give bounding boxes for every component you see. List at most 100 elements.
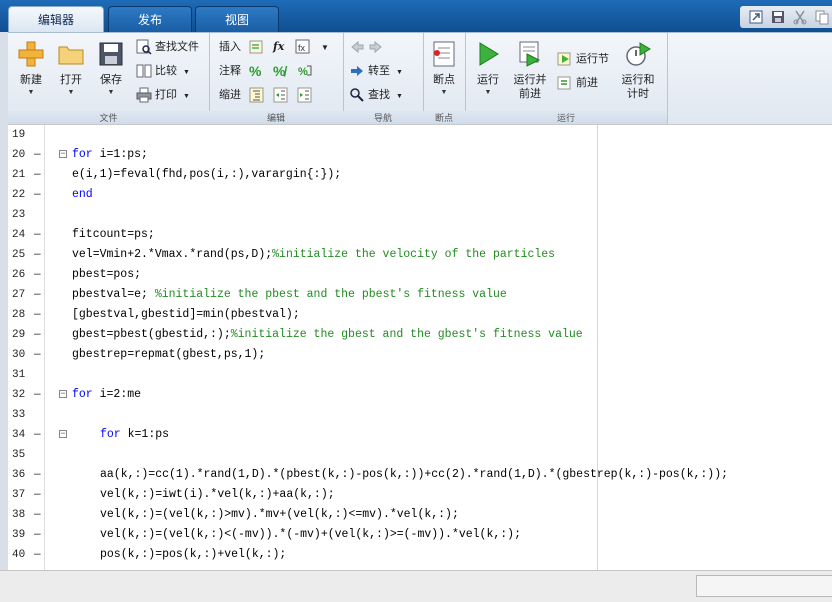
- breakpoints-dropdown-icon[interactable]: ▼: [423, 87, 465, 99]
- smart-indent-button[interactable]: [249, 85, 268, 105]
- code-line[interactable]: 31: [8, 365, 832, 385]
- find-dropdown-icon[interactable]: ▼: [396, 93, 403, 100]
- copy-icon[interactable]: [814, 9, 830, 25]
- find-button[interactable]: 查找 ▼: [349, 85, 403, 105]
- breakpoint-marker[interactable]: —: [34, 165, 44, 185]
- code-line[interactable]: 32 — − for i=2:me: [8, 385, 832, 405]
- tab-editor[interactable]: 编辑器: [8, 6, 104, 32]
- run-and-advance-button[interactable]: 运行并 前进: [509, 35, 551, 101]
- code-line[interactable]: 36 — aa(k,:)=cc(1).*rand(1,D).*(pbest(k,:)…: [8, 465, 832, 485]
- run-section-button[interactable]: 运行节: [557, 49, 609, 69]
- code-line[interactable]: 40 — pos(k,:)=pos(k,:)+vel(k,:);: [8, 545, 832, 565]
- insert-function-button[interactable]: fx: [273, 37, 284, 57]
- decrease-indent-button[interactable]: [297, 85, 316, 105]
- code-text: pbestval=e; %initialize the pbest and th…: [72, 285, 507, 305]
- code-text: pbest=pos;: [72, 265, 141, 285]
- code-line[interactable]: 29 — gbest=pbest(gbestid,:);%initialize th…: [8, 325, 832, 345]
- print-dropdown-icon[interactable]: ▼: [183, 93, 190, 100]
- run-dropdown-icon[interactable]: ▼: [467, 87, 509, 99]
- save-quick-icon[interactable]: [770, 9, 786, 25]
- tab-publish[interactable]: 发布: [108, 6, 192, 32]
- code-line[interactable]: 33: [8, 405, 832, 425]
- code-line[interactable]: 21 — e(i,1)=feval(fhd,pos(i,:),varargin{:}…: [8, 165, 832, 185]
- breakpoint-marker[interactable]: —: [34, 225, 44, 245]
- code-line[interactable]: 26 — pbest=pos;: [8, 265, 832, 285]
- run-and-time-button[interactable]: 运行和 计时: [617, 35, 659, 101]
- breakpoint-marker[interactable]: —: [34, 345, 44, 365]
- keyword-token: end: [72, 188, 93, 201]
- fold-toggle-icon[interactable]: −: [59, 390, 67, 399]
- run-button[interactable]: 运行 ▼: [467, 35, 509, 99]
- goto-dropdown-icon[interactable]: ▼: [396, 69, 403, 76]
- increase-indent-button[interactable]: [273, 85, 292, 105]
- navigate-group: 转至 ▼ 查找 ▼ 导航: [343, 33, 424, 125]
- code-line[interactable]: 35: [8, 445, 832, 465]
- code-line[interactable]: 30 — gbestrep=repmat(gbest,ps,1);: [8, 345, 832, 365]
- breakpoint-marker[interactable]: —: [34, 245, 44, 265]
- save-button[interactable]: 保存 ▼: [90, 35, 132, 99]
- code-editor[interactable]: 19 20— − for i=1:ps; 21— e(i,1)=feval(fhd,pos…: [8, 124, 832, 571]
- breakpoint-marker[interactable]: —: [34, 485, 44, 505]
- breakpoint-marker[interactable]: —: [34, 265, 44, 285]
- advance-button[interactable]: 前进: [557, 73, 598, 93]
- code-line[interactable]: 22 — end: [8, 185, 832, 205]
- code-token: pbestval=e;: [72, 288, 155, 301]
- code-line[interactable]: 27 — pbestval=e; %initialize the pbest and…: [8, 285, 832, 305]
- run-and-time-label-2: 计时: [627, 88, 649, 100]
- breakpoint-marker[interactable]: —: [34, 145, 44, 165]
- insert-dropdown-button[interactable]: ▼: [321, 37, 329, 57]
- back-forward-buttons[interactable]: [349, 37, 387, 57]
- comment-button[interactable]: %: [249, 61, 261, 81]
- breakpoints-button[interactable]: 断点 ▼: [423, 35, 465, 99]
- breakpoint-marker[interactable]: —: [34, 465, 44, 485]
- code-line[interactable]: 28 — [gbestval,gbestid]=min(pbestval);: [8, 305, 832, 325]
- breakpoint-marker[interactable]: —: [34, 325, 44, 345]
- code-line[interactable]: 39 — vel(k,:)=(vel(k,:)<(-mv)).*(-mv)+(vel…: [8, 525, 832, 545]
- fold-toggle-icon[interactable]: −: [59, 430, 67, 439]
- line-number: 19: [12, 129, 26, 141]
- goto-button[interactable]: 转至 ▼: [349, 61, 403, 81]
- save-dropdown-icon[interactable]: ▼: [90, 87, 132, 99]
- breakpoint-marker[interactable]: —: [34, 545, 44, 565]
- breakpoint-marker[interactable]: —: [34, 425, 44, 445]
- code-line[interactable]: 25 — vel=Vmin+2.*Vmax.*rand(ps,D);%initial…: [8, 245, 832, 265]
- code-line[interactable]: 19: [8, 125, 832, 145]
- new-button[interactable]: 新建 ▼: [10, 35, 52, 99]
- open-dropdown-icon[interactable]: ▼: [50, 87, 92, 99]
- run-group: 运行 ▼ 运行并 前进 运行节 前进 运行和 计时 运行: [465, 33, 668, 125]
- compare-button[interactable]: 比较 ▼: [136, 61, 190, 81]
- line-number: 37: [12, 489, 26, 501]
- code-line[interactable]: 20 — − for i=1:ps;: [8, 145, 832, 165]
- insert-text-button[interactable]: fx: [295, 37, 314, 57]
- uncomment-button[interactable]: %̸: [273, 61, 285, 81]
- breakpoint-marker[interactable]: —: [34, 185, 44, 205]
- compare-dropdown-icon[interactable]: ▼: [183, 69, 190, 76]
- open-label: 打开: [60, 74, 82, 86]
- code-line[interactable]: 24 — fitcount=ps;: [8, 225, 832, 245]
- new-dropdown-icon[interactable]: ▼: [10, 87, 52, 99]
- tab-view[interactable]: 视图: [195, 6, 279, 32]
- code-token: vel(k,:)=iwt(i).*vel(k,:)+aa(k,:);: [100, 488, 335, 501]
- open-button[interactable]: 打开 ▼: [50, 35, 92, 99]
- wrap-comments-button[interactable]: %: [297, 61, 316, 81]
- code-line[interactable]: 38 — vel(k,:)=(vel(k,:)>mv).*mv+(vel(k,:)<…: [8, 505, 832, 525]
- cut-icon[interactable]: [792, 9, 808, 25]
- goto-icon: [349, 63, 365, 79]
- breakpoint-marker[interactable]: —: [34, 505, 44, 525]
- svg-text:%: %: [298, 66, 308, 78]
- insert-section-button[interactable]: [249, 37, 268, 57]
- find-files-button[interactable]: 查找文件: [136, 37, 199, 57]
- toolstrip-tab-bar: 编辑器 发布 视图: [0, 0, 832, 32]
- breakpoint-marker[interactable]: —: [34, 385, 44, 405]
- code-line[interactable]: 34 — − for k=1:ps: [8, 425, 832, 445]
- print-button[interactable]: 打印 ▼: [136, 85, 190, 105]
- code-text: vel=Vmin+2.*Vmax.*rand(ps,D);%initialize…: [72, 245, 555, 265]
- breakpoint-marker[interactable]: —: [34, 305, 44, 325]
- dock-icon[interactable]: [748, 9, 764, 25]
- save-label: 保存: [100, 74, 122, 86]
- code-line[interactable]: 23: [8, 205, 832, 225]
- code-line[interactable]: 37 — vel(k,:)=iwt(i).*vel(k,:)+aa(k,:);: [8, 485, 832, 505]
- fold-toggle-icon[interactable]: −: [59, 150, 67, 159]
- breakpoint-marker[interactable]: —: [34, 525, 44, 545]
- breakpoint-marker[interactable]: —: [34, 285, 44, 305]
